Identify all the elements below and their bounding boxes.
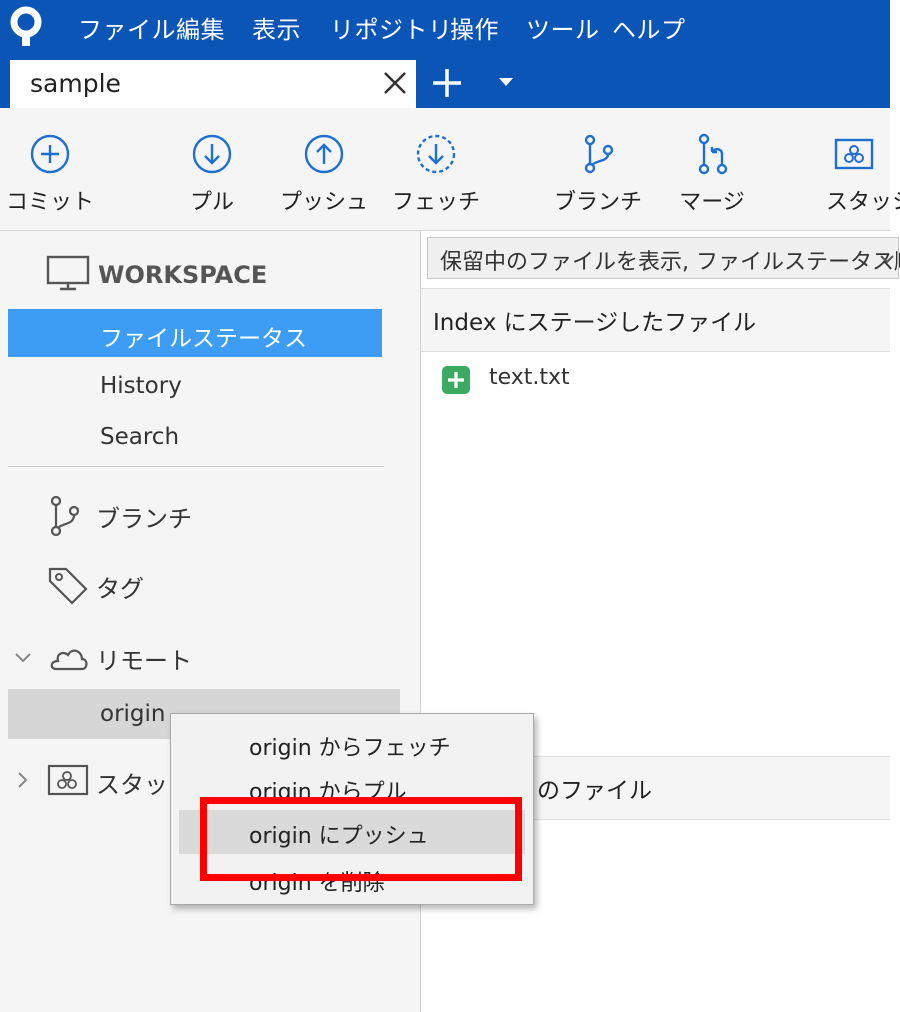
stash-icon (834, 138, 874, 170)
tag-icon (48, 567, 88, 605)
menu-item-pull-from-origin[interactable]: origin からプル (171, 766, 533, 810)
commit-label: コミット (5, 190, 94, 215)
chevron-right-icon[interactable] (16, 771, 30, 789)
sidebar-divider (8, 466, 384, 467)
close-icon[interactable] (380, 68, 410, 98)
merge-button[interactable]: マージ (652, 108, 772, 230)
merge-label: マージ (679, 190, 745, 215)
menu-item-label: origin を削除 (249, 871, 385, 896)
fetch-dashed-circle-icon (416, 134, 456, 174)
staged-file-name: text.txt (489, 365, 570, 390)
sidebar-workspace-heading: WORKSPACE (98, 261, 268, 289)
plus-circle-icon (30, 134, 70, 174)
sidebar-item-file-status[interactable]: ファイルステータス (8, 309, 382, 357)
file-filter-value: 保留中のファイルを表示, ファイルステータス順 (440, 250, 900, 275)
menu-item-label: origin にプッシュ (249, 824, 429, 849)
stash-label: スタッシ (826, 190, 900, 215)
file-filter-dropdown[interactable]: 保留中のファイルを表示, ファイルステータス順 (427, 237, 900, 279)
branch-label: ブランチ (553, 190, 642, 215)
tab-bar: sample (0, 52, 890, 108)
sidebar-item-search[interactable]: Search (100, 424, 179, 450)
arrow-up-circle-icon (304, 134, 344, 174)
merge-icon (698, 133, 728, 175)
push-label: プッシュ (279, 190, 368, 215)
menu-help[interactable]: ヘルプ (612, 10, 686, 45)
remote-context-menu: origin からフェッチ origin からプル origin にプッシュ o… (170, 713, 534, 905)
fetch-button[interactable]: フェッチ (376, 108, 496, 230)
unstaged-files-title: のファイル (537, 778, 652, 804)
pull-button[interactable]: プル (152, 108, 272, 230)
commit-button[interactable]: コミット (0, 108, 110, 230)
chevron-down-icon[interactable] (14, 651, 32, 665)
monitor-icon (46, 255, 90, 291)
menu-item-fetch-from-origin[interactable]: origin からフェッチ (171, 722, 533, 766)
chevron-down-icon (880, 255, 894, 264)
staged-file-row[interactable]: text.txt (441, 363, 841, 399)
menu-bar: ファイル 編集 表示 リポジトリ 操作 ツール ヘルプ (0, 0, 890, 52)
branch-icon (584, 134, 614, 174)
sidebar-tags[interactable]: タグ (96, 569, 144, 604)
tab-title: sample (30, 69, 121, 98)
menu-item-label: origin からプル (249, 780, 407, 805)
branch-button[interactable]: ブランチ (538, 108, 658, 230)
tab-sample[interactable]: sample (10, 60, 416, 108)
menu-edit[interactable]: 編集 (176, 10, 225, 45)
sidebar-remotes[interactable]: リモート (96, 641, 192, 676)
sidebar-item-label: origin (100, 701, 166, 727)
menu-item-label: origin からフェッチ (249, 736, 451, 761)
menu-tools[interactable]: ツール (526, 10, 600, 45)
sidebar-branches[interactable]: ブランチ (96, 499, 192, 534)
menu-item-push-to-origin[interactable]: origin にプッシュ (179, 810, 525, 854)
branch-icon (50, 495, 80, 537)
staged-files-header: Index にステージしたファイル (421, 288, 890, 352)
plus-icon[interactable] (430, 66, 464, 100)
sourcetree-logo-icon (10, 6, 42, 46)
staged-files-title: Index にステージしたファイル (433, 310, 757, 336)
file-added-icon (442, 366, 470, 394)
sidebar-item-history[interactable]: History (100, 373, 182, 399)
chevron-down-icon[interactable] (498, 76, 514, 88)
menu-item-delete-origin[interactable]: origin を削除 (171, 857, 533, 901)
stash-button[interactable]: スタッシ (818, 108, 900, 230)
menu-file[interactable]: ファイル (78, 10, 176, 45)
sidebar-item-label: ファイルステータス (100, 326, 307, 352)
fetch-label: フェッチ (391, 190, 480, 215)
arrow-down-circle-icon (192, 134, 232, 174)
menu-actions[interactable]: 操作 (450, 10, 499, 45)
cloud-icon (50, 649, 88, 671)
stash-icon (47, 764, 89, 796)
toolbar: コミット プル プッシュ フェッチ ブランチ マージ スタッ (0, 108, 900, 231)
menu-repository[interactable]: リポジトリ (330, 10, 453, 45)
pull-label: プル (189, 190, 234, 215)
push-button[interactable]: プッシュ (264, 108, 384, 230)
menu-view[interactable]: 表示 (252, 10, 301, 45)
